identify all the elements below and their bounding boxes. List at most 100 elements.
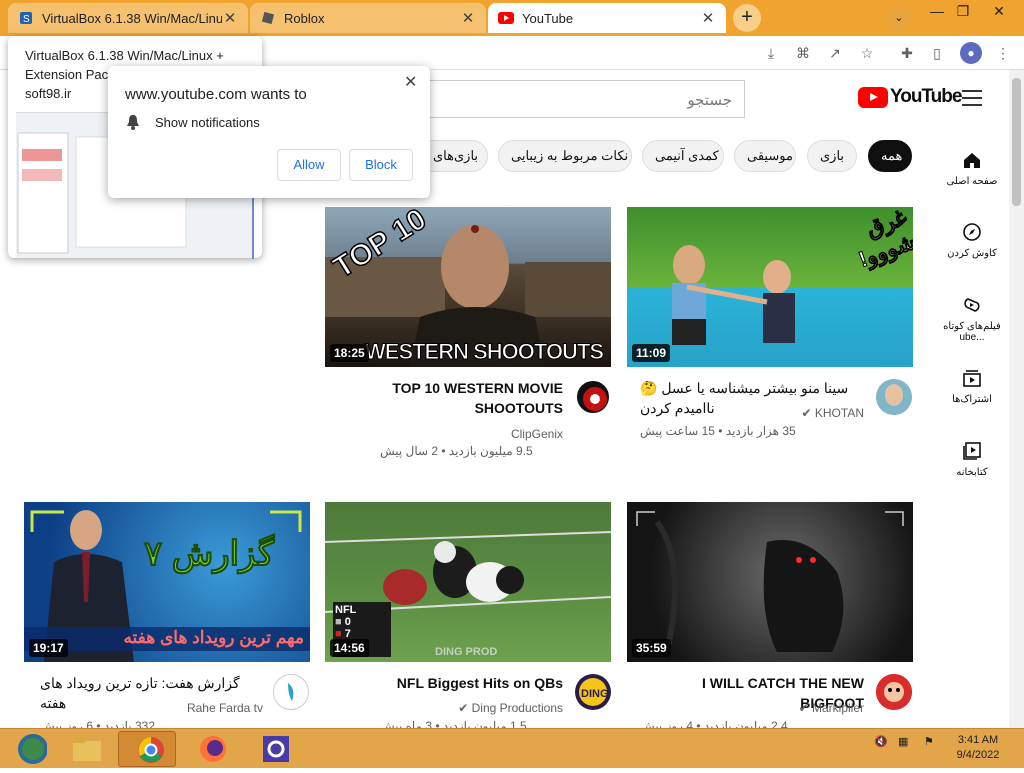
close-tab-icon[interactable]: ✕ (460, 9, 476, 27)
video-stats: 1.5 میلیون بازدید • 3 ماه پیش (380, 719, 527, 728)
minimize-button[interactable]: — (926, 0, 948, 24)
chip-music[interactable]: موسیقی (734, 140, 796, 172)
tab-roblox[interactable]: Roblox ✕ (250, 3, 486, 33)
tab-virtualbox[interactable]: S VirtualBox 6.1.38 Win/Mac/Linux ✕ (8, 3, 248, 33)
start-button[interactable] (0, 731, 54, 767)
channel-name[interactable]: ✔ Markiplier (640, 699, 864, 718)
hamburger-menu-icon[interactable] (962, 90, 982, 111)
chip-all[interactable]: همه (868, 140, 912, 172)
close-window-button[interactable]: ✕ (984, 0, 1014, 24)
verified-badge-icon: ✔ (798, 701, 809, 715)
firefox-taskbar-icon[interactable] (180, 731, 238, 767)
channel-avatar[interactable] (876, 674, 912, 710)
chip-games[interactable]: بازی (807, 140, 857, 172)
translate-icon[interactable]: ⌘ (794, 44, 812, 62)
profile-avatar[interactable]: ● (960, 42, 982, 64)
allow-button[interactable]: Allow (277, 149, 341, 181)
sidebar-item-shorts[interactable]: فیلم‌های کوتاه ube... (936, 295, 1008, 343)
shorts-icon (936, 295, 1008, 315)
bell-icon (126, 114, 140, 133)
search-input[interactable]: جستجو (420, 80, 745, 118)
video-thumbnail[interactable]: 35:59 (627, 502, 913, 662)
clock[interactable]: 3:41 AM 9/4/2022 (950, 733, 1006, 763)
permission-text: Show notifications (155, 115, 260, 130)
thumbnail-art (636, 511, 904, 653)
sidebar-item-label: صفحه اصلی (946, 176, 998, 187)
install-app-icon[interactable]: ⤓ (762, 44, 780, 62)
video-stats: 2.4 میلیون بازدید • 4 روز پیش (640, 719, 788, 728)
video-title[interactable]: TOP 10 WESTERN MOVIE SHOOTOUTS (380, 378, 563, 418)
clock-date: 9/4/2022 (956, 749, 1000, 761)
video-duration: 35:59 (632, 639, 671, 657)
notification-flag-icon[interactable]: ⚑ (924, 735, 934, 748)
youtube-favicon-icon (498, 10, 514, 26)
channel-avatar[interactable] (575, 379, 611, 415)
close-tab-icon[interactable]: ✕ (700, 9, 716, 27)
video-stats: 332 بازدید • 6 روز پیش (40, 719, 156, 728)
chip-games-2[interactable]: بازی‌های (420, 140, 488, 172)
verified-badge-icon: ✔ (458, 701, 469, 715)
thumbnail-watermark: DING PROD (435, 646, 498, 658)
file-explorer-icon[interactable] (56, 731, 114, 767)
clock-time: 3:41 AM (957, 734, 999, 746)
svg-text:DING: DING (581, 688, 609, 700)
youtube-logo[interactable]: YouTube (858, 86, 962, 108)
tab-youtube[interactable]: YouTube ✕ (488, 3, 726, 33)
notification-permission-dialog: www.youtube.com wants to ✕ Show notifica… (108, 66, 430, 198)
new-tab-button[interactable]: + (733, 4, 761, 32)
video-duration: 18:25 (330, 344, 369, 362)
home-icon (936, 150, 1008, 170)
chip-beauty-tips[interactable]: نکات مربوط به زیبایی (498, 140, 632, 172)
chrome-taskbar-icon[interactable] (118, 731, 176, 767)
tab-title: VirtualBox 6.1.38 Win/Mac/Linux (42, 10, 222, 26)
thumbnail-text: WESTERN SHOOTOUTS (364, 339, 604, 365)
block-button[interactable]: Block (349, 149, 413, 181)
video-thumbnail[interactable]: گزارش ۷ مهم ترین رویداد های هفته 19:17 (24, 502, 310, 662)
channel-name[interactable]: ✔ Ding Productions (380, 699, 563, 718)
permission-heading: www.youtube.com wants to (125, 86, 307, 103)
roblox-favicon-icon (260, 10, 276, 26)
compass-icon (936, 222, 1008, 242)
close-icon[interactable]: ✕ (404, 72, 417, 92)
sidebar-item-subscriptions[interactable]: اشتراک‌ها (936, 368, 1008, 405)
video-title[interactable]: NFL Biggest Hits on QBs (380, 673, 563, 693)
channel-name[interactable]: Rahe Farda tv (40, 699, 263, 718)
video-thumbnail[interactable]: TOP 10 WESTERN SHOOTOUTS 18:25 (325, 207, 611, 367)
tab-search-chevron-icon[interactable]: ⌄ (886, 5, 912, 31)
sidebar-item-home[interactable]: صفحه اصلی (936, 150, 1008, 187)
channel-avatar[interactable]: DING (575, 674, 611, 710)
sidebar-item-label: کاوش کردن (947, 248, 997, 259)
sidebar-item-label: کتابخانه (956, 467, 988, 478)
video-duration: 14:56 (330, 639, 369, 657)
restore-button[interactable]: ❐ (952, 0, 974, 24)
network-icon[interactable]: ▦ (898, 735, 908, 748)
video-thumbnail[interactable]: NFL ■ 0 ■ 7 DING PROD 14:56 (325, 502, 611, 662)
sidebar-item-library[interactable]: کتابخانه (936, 441, 1008, 478)
channel-name[interactable]: ✔ KHOTAN (640, 404, 864, 423)
sidebar-item-label: اشتراک‌ها (952, 394, 992, 405)
extensions-puzzle-icon[interactable]: ✚ (898, 44, 916, 62)
channel-avatar[interactable] (273, 674, 309, 710)
more-menu-icon[interactable]: ⋮ (994, 44, 1012, 62)
scrollbar-thumb[interactable] (1012, 78, 1021, 206)
channel-name-text: Ding Productions (471, 701, 563, 715)
close-tab-icon[interactable]: ✕ (222, 9, 238, 27)
tab-title: Roblox (284, 10, 325, 26)
channel-name-text: KHOTAN (814, 406, 864, 420)
volume-muted-icon[interactable]: 🔇 (874, 735, 888, 748)
share-icon[interactable]: ↗ (826, 44, 844, 62)
video-thumbnail[interactable]: غرق شووو! 11:09 (627, 207, 913, 367)
side-panel-icon[interactable]: ▯ (928, 44, 946, 62)
settings-gear-taskbar-icon[interactable] (242, 731, 300, 767)
windows-taskbar: 🔇 ▦ ⚑ 3:41 AM 9/4/2022 (0, 728, 1024, 768)
subscriptions-icon (936, 368, 1008, 388)
chip-anime-comedy[interactable]: کمدی آنیمی (642, 140, 724, 172)
channel-avatar[interactable] (876, 379, 912, 415)
video-stats: 35 هزار بازدید • 15 ساعت پیش (640, 424, 796, 438)
sidebar-item-explore[interactable]: کاوش کردن (936, 222, 1008, 259)
bookmark-star-icon[interactable]: ☆ (858, 44, 876, 62)
video-stats: 9.5 میلیون بازدید • 2 سال پیش (380, 444, 533, 458)
channel-name-text: Markiplier (811, 701, 864, 715)
thumbnail-text: مهم ترین رویداد های هفته (123, 628, 304, 647)
page-scrollbar[interactable] (1009, 70, 1024, 728)
